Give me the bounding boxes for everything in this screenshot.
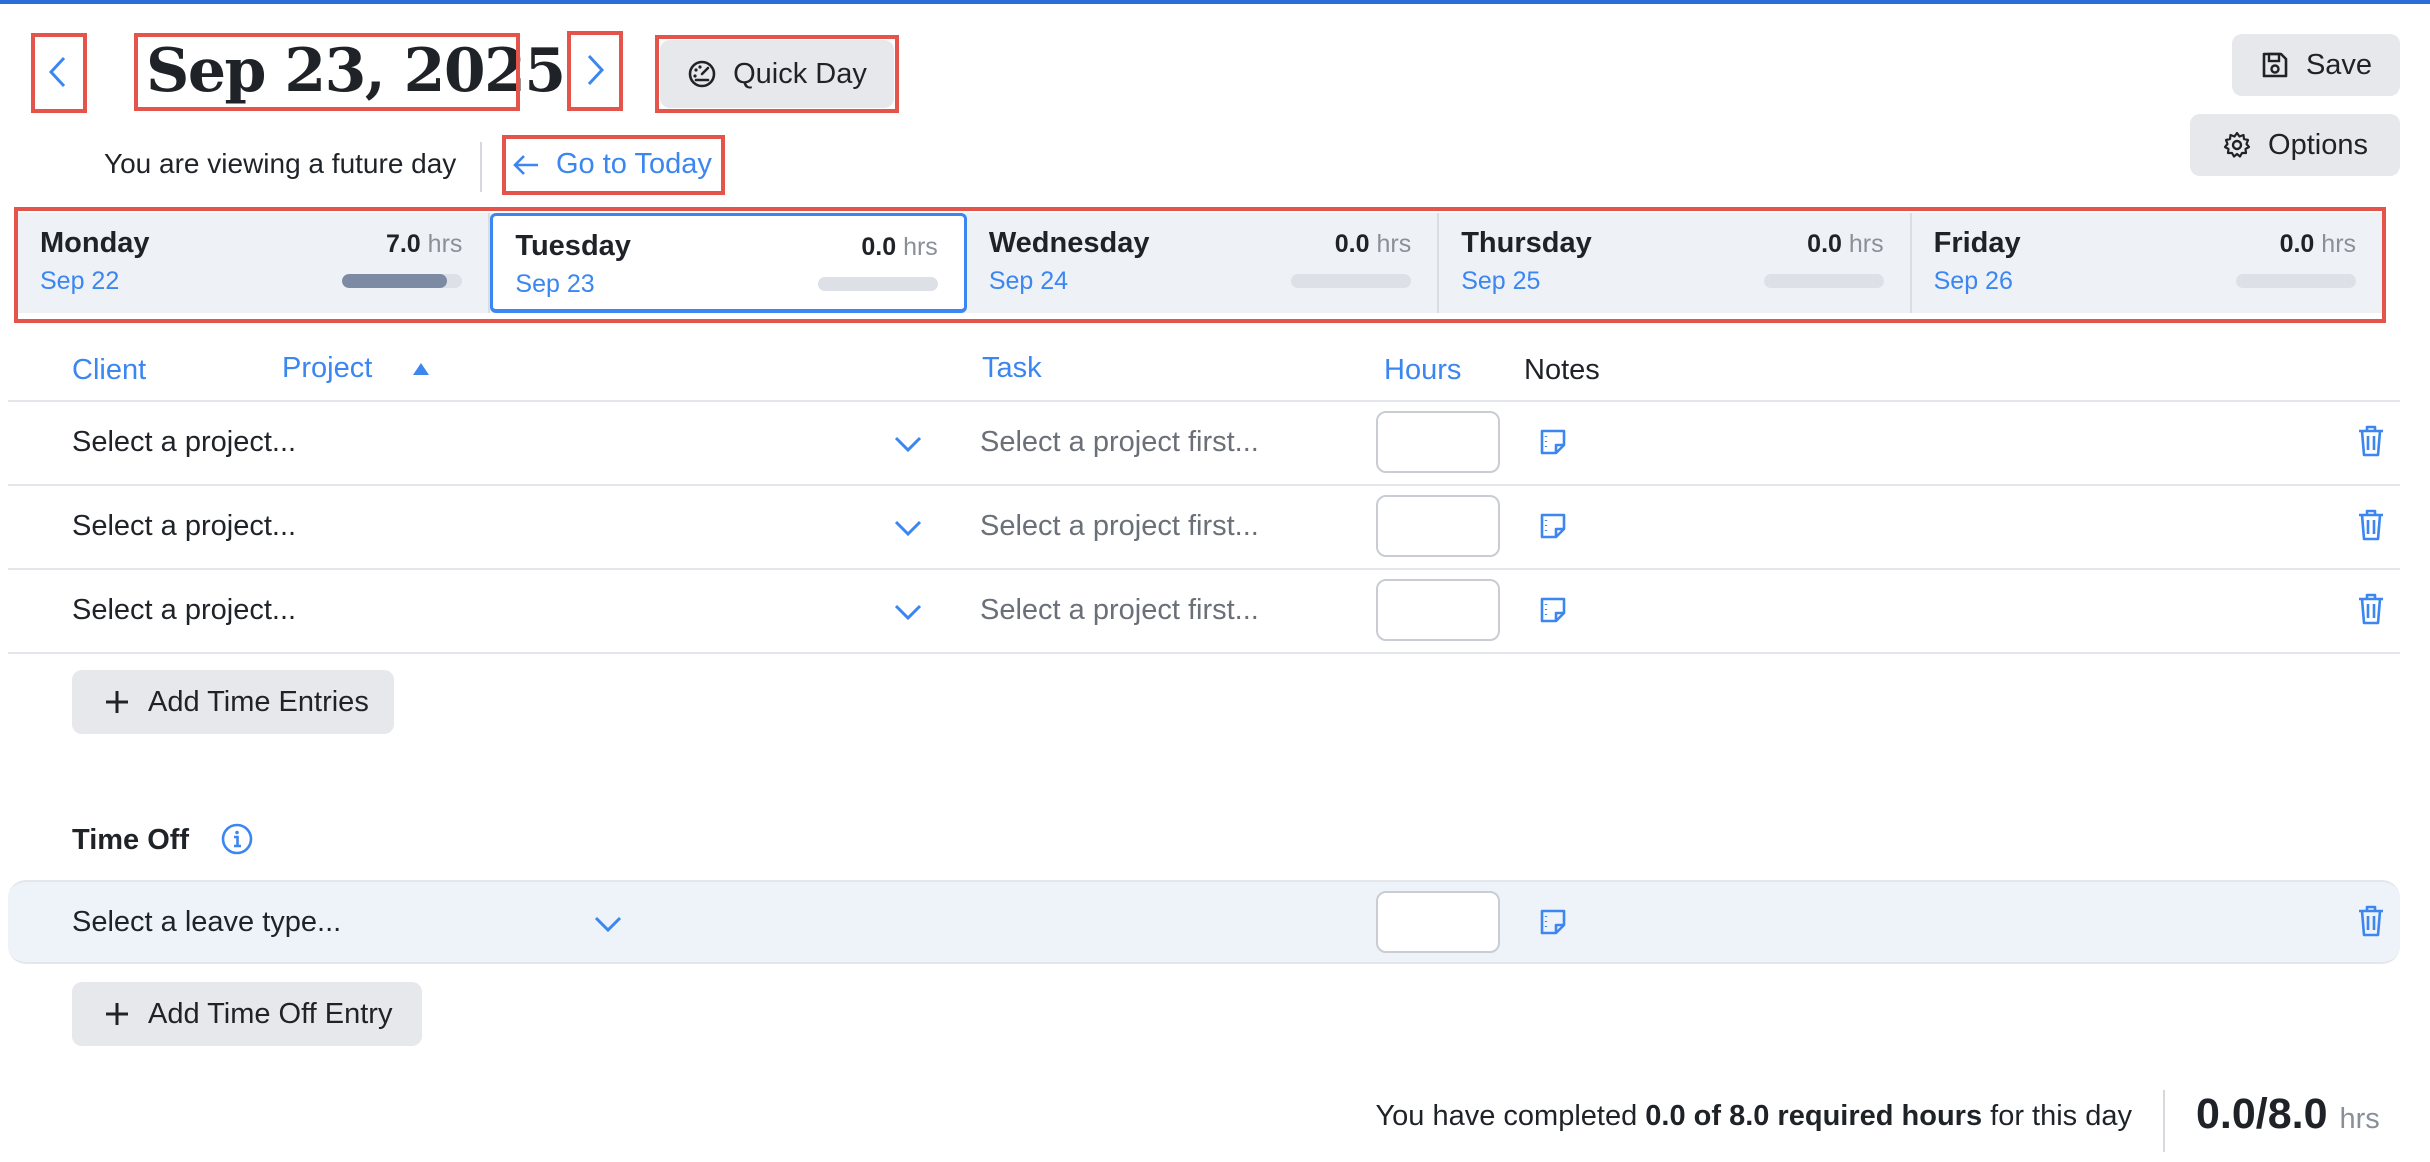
row-divider [8, 568, 2400, 570]
add-time-off-entry-button[interactable]: Add Time Off Entry [72, 982, 422, 1046]
info-icon[interactable] [220, 822, 254, 856]
note-icon[interactable] [1538, 907, 1568, 937]
options-label: Options [2268, 128, 2368, 161]
highlight-title [134, 33, 520, 111]
task-select[interactable]: Select a project first... [980, 594, 1259, 627]
row-divider [8, 400, 2400, 402]
task-select[interactable]: Select a project first... [980, 426, 1259, 459]
daily-total: 0.0/8.0 hrs [2196, 1090, 2380, 1138]
task-select[interactable]: Select a project first... [980, 510, 1259, 543]
column-header-project-label: Project [282, 352, 373, 384]
row-divider [8, 484, 2400, 486]
highlight-day-tabs [14, 207, 2386, 323]
highlight-go-today [502, 135, 725, 195]
column-header-task[interactable]: Task [982, 352, 1042, 385]
trash-icon[interactable] [2356, 904, 2386, 938]
save-button[interactable]: Save [2232, 34, 2400, 96]
chevron-down-icon[interactable] [893, 430, 923, 458]
highlight-prev [31, 33, 87, 113]
column-header-hours[interactable]: Hours [1384, 354, 1461, 387]
time-off-hours-input[interactable] [1376, 891, 1500, 953]
add-time-entries-label: Add Time Entries [148, 685, 369, 718]
time-off-heading: Time Off [72, 824, 190, 856]
options-button[interactable]: Options [2190, 114, 2400, 176]
note-icon[interactable] [1538, 427, 1568, 457]
project-select[interactable]: Select a project... [72, 594, 296, 627]
future-day-notice: You are viewing a future day [104, 148, 457, 179]
header-divider [480, 142, 482, 192]
project-select[interactable]: Select a project... [72, 426, 296, 459]
daily-summary: You have completed 0.0 of 8.0 required h… [1375, 1100, 2132, 1132]
column-header-notes: Notes [1524, 354, 1600, 386]
save-icon [2262, 52, 2288, 78]
highlight-quick-day [655, 35, 899, 113]
sort-ascending-icon [413, 362, 430, 375]
trash-icon[interactable] [2356, 508, 2386, 542]
project-select[interactable]: Select a project... [72, 510, 296, 543]
highlight-next [567, 31, 623, 111]
chevron-down-icon[interactable] [593, 910, 623, 938]
column-header-project[interactable]: Project [282, 352, 430, 385]
hours-input[interactable] [1376, 579, 1500, 641]
add-time-off-entry-label: Add Time Off Entry [148, 997, 393, 1030]
plus-icon [106, 1003, 128, 1025]
hours-input[interactable] [1376, 495, 1500, 557]
save-label: Save [2305, 48, 2373, 81]
add-time-entries-button[interactable]: Add Time Entries [72, 670, 394, 734]
plus-icon [106, 691, 128, 713]
note-icon[interactable] [1538, 595, 1568, 625]
time-off-row [8, 880, 2400, 964]
note-icon[interactable] [1538, 511, 1568, 541]
column-header-client[interactable]: Client [72, 354, 146, 387]
top-accent-bar [0, 0, 2430, 4]
chevron-down-icon[interactable] [893, 598, 923, 626]
row-divider [8, 652, 2400, 654]
hours-input[interactable] [1376, 411, 1500, 473]
gear-icon [2223, 131, 2251, 158]
leave-type-select[interactable]: Select a leave type... [72, 906, 341, 939]
chevron-down-icon[interactable] [893, 514, 923, 542]
trash-icon[interactable] [2356, 592, 2386, 626]
footer-divider [2163, 1090, 2165, 1152]
trash-icon[interactable] [2356, 424, 2386, 458]
